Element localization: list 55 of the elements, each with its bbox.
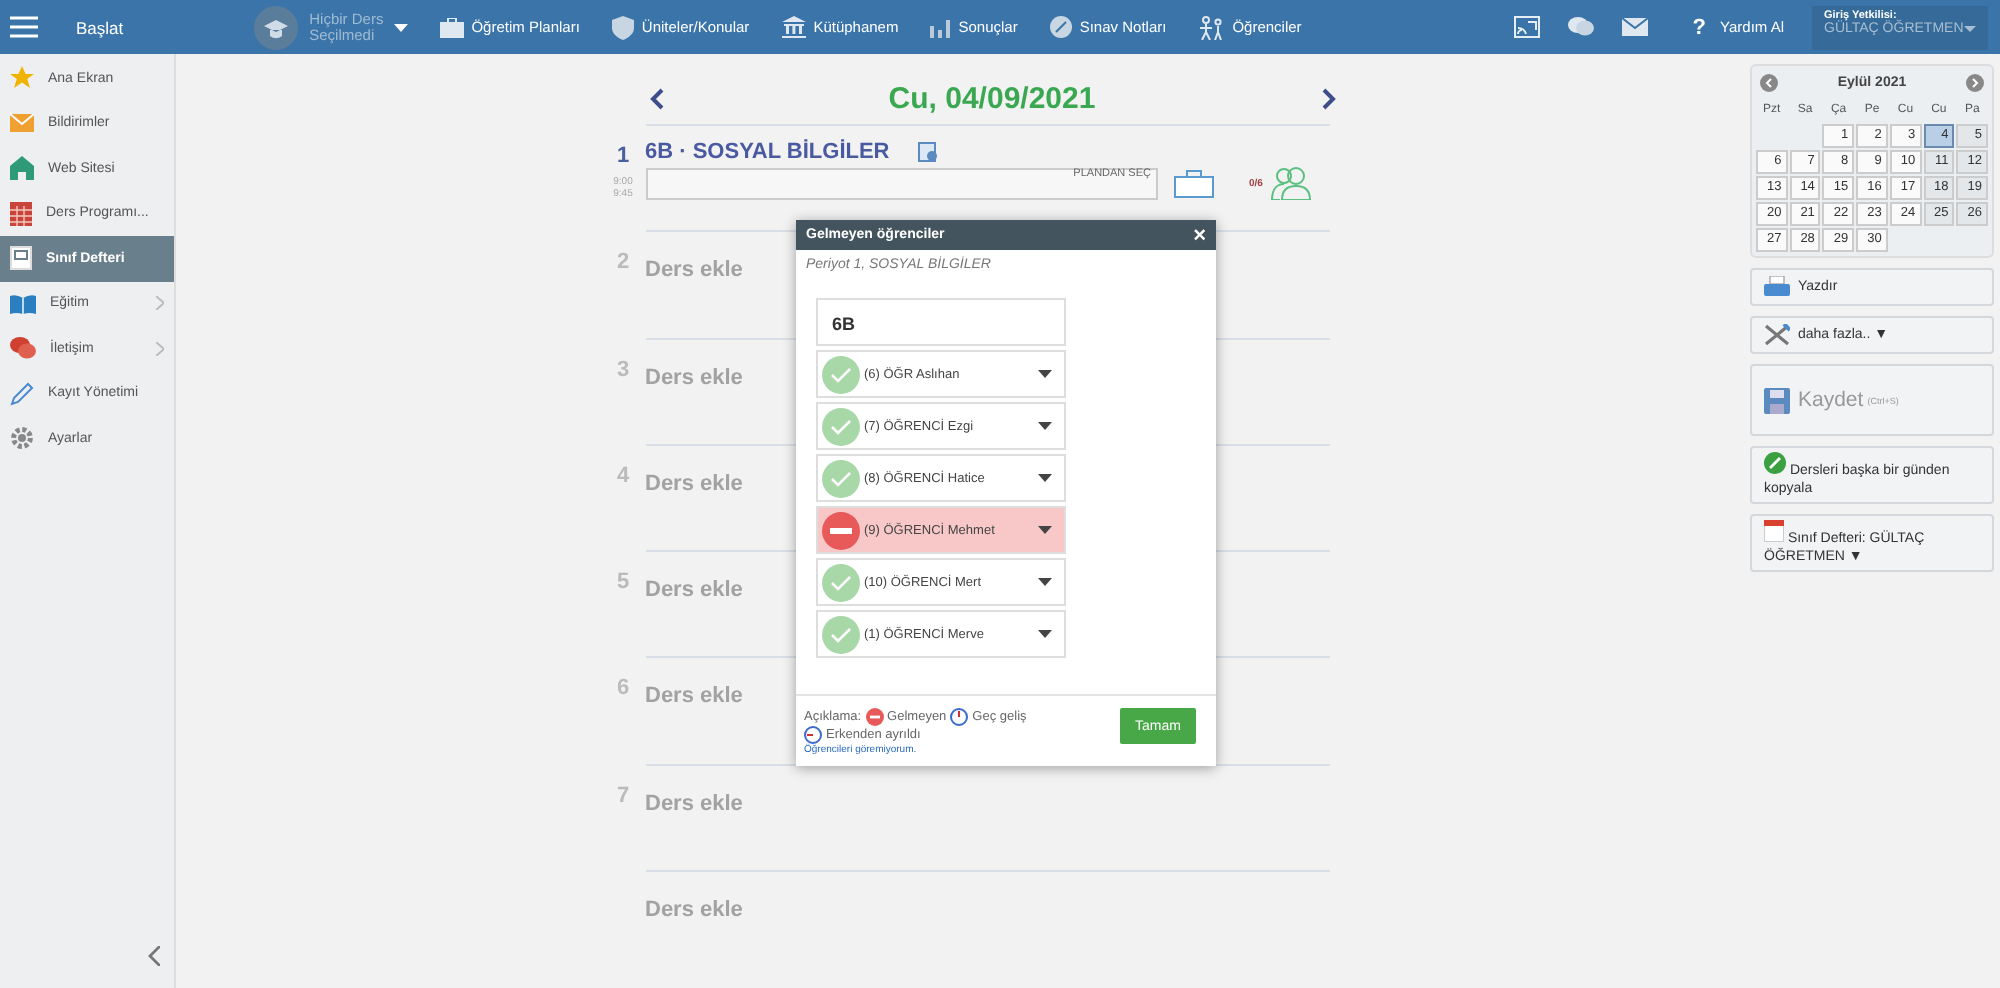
menu-icon[interactable] xyxy=(10,16,38,38)
clock-icon xyxy=(950,708,969,726)
bar-chart-icon xyxy=(930,17,951,37)
link-icon xyxy=(1764,452,1786,474)
clock-icon xyxy=(804,726,822,744)
pen-icon xyxy=(10,381,34,406)
collapse-icon[interactable] xyxy=(148,946,160,966)
check-circle-icon[interactable] xyxy=(822,459,860,497)
shield-icon xyxy=(611,15,634,39)
settings-icon xyxy=(10,426,34,451)
cast-icon[interactable] xyxy=(1514,16,1541,38)
next-day-icon[interactable] xyxy=(1321,88,1335,110)
date-title: Cu, 04/09/2021 xyxy=(888,82,1096,116)
graduation-cap-icon[interactable] xyxy=(253,5,298,49)
next-month-icon[interactable] xyxy=(1966,74,1984,92)
briefcase-icon[interactable] xyxy=(1173,169,1213,197)
walking-people-icon xyxy=(1198,15,1225,39)
document-icon[interactable] xyxy=(917,141,940,163)
star-icon xyxy=(10,66,34,91)
house-icon xyxy=(10,156,34,181)
book-icon xyxy=(10,293,36,314)
chat-icon[interactable] xyxy=(1568,16,1595,38)
close-button[interactable]: × xyxy=(1193,225,1206,245)
people-icon[interactable] xyxy=(1268,166,1313,200)
lesson-title[interactable]: 6B · SOSYAL BİLGİLER xyxy=(645,140,890,164)
caret-icon xyxy=(1038,474,1052,482)
caret-icon xyxy=(1038,370,1052,378)
caret-icon xyxy=(1038,630,1052,638)
caret-icon[interactable] xyxy=(393,23,408,31)
check-circle-icon[interactable] xyxy=(822,563,860,601)
timetable-icon xyxy=(10,201,32,226)
speech-bubbles-icon xyxy=(10,336,36,361)
briefcase-icon xyxy=(439,17,464,37)
tools-icon xyxy=(1764,324,1790,346)
check-circle-icon[interactable] xyxy=(822,615,860,653)
previous-month-icon[interactable] xyxy=(1760,74,1778,92)
start-label[interactable]: Başlat xyxy=(76,17,124,37)
check-circle-icon[interactable] xyxy=(822,407,860,445)
period-number: 1 xyxy=(616,144,630,168)
caret-icon xyxy=(1038,578,1052,586)
caret-icon xyxy=(1964,25,1976,31)
caret-icon xyxy=(1038,526,1052,534)
mail-icon[interactable] xyxy=(1622,18,1649,36)
calendar-icon xyxy=(1764,520,1784,542)
building-icon xyxy=(781,16,806,38)
check-circle-icon[interactable] xyxy=(822,355,860,393)
absent-icon[interactable] xyxy=(822,511,860,549)
printer-icon xyxy=(1764,276,1790,298)
previous-day-icon[interactable] xyxy=(649,88,663,110)
absent-icon xyxy=(865,708,884,726)
envelope-icon xyxy=(10,114,34,133)
notebook-icon xyxy=(10,246,32,271)
caret-icon xyxy=(1038,422,1052,430)
pencil-circle-icon xyxy=(1049,16,1072,38)
class-name: 6B xyxy=(816,298,1066,346)
